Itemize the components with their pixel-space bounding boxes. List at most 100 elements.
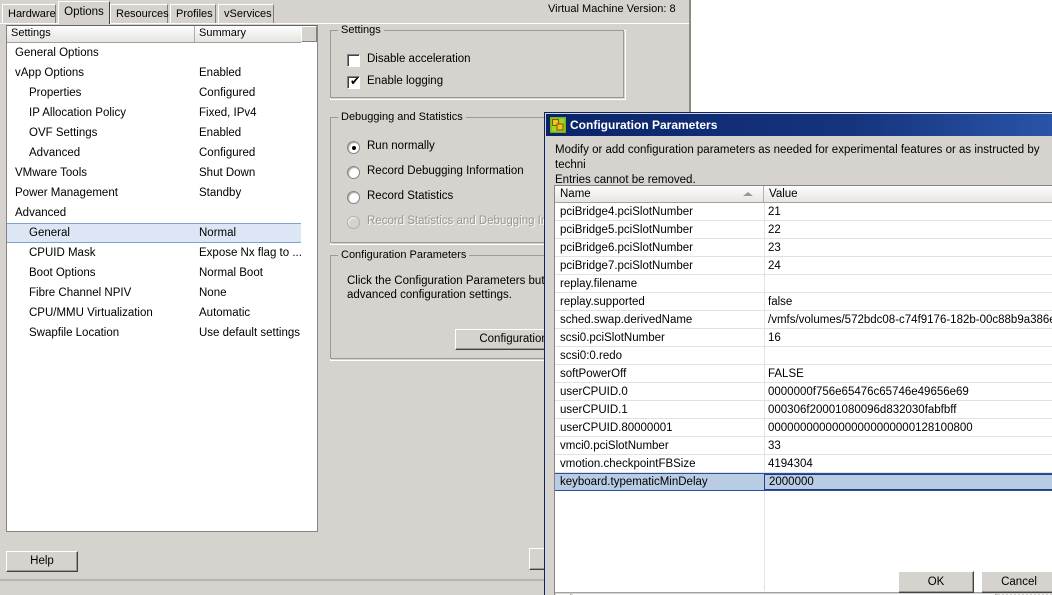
tab-vservices[interactable]: vServices	[218, 4, 274, 23]
tree-row-name: CPU/MMU Virtualization	[29, 307, 153, 319]
parameter-name: userCPUID.80000001	[560, 422, 673, 434]
parameter-row[interactable]: pciBridge5.pciSlotNumber 22	[555, 221, 1052, 239]
parameter-name: replay.filename	[560, 278, 638, 290]
parameter-row[interactable]: vmci0.pciSlotNumber 33	[555, 437, 1052, 455]
parameter-row[interactable]: scsi0:0.redo	[555, 347, 1052, 365]
tab-resources[interactable]: Resources	[110, 4, 169, 23]
tree-scrollbar-thumb[interactable]	[301, 26, 317, 42]
dialog-ok-button[interactable]: OK	[898, 571, 974, 593]
tree-row[interactable]: Advanced Configured	[7, 143, 317, 163]
tab-hardware[interactable]: Hardware	[2, 4, 56, 23]
parameter-name: scsi0:0.redo	[560, 350, 623, 362]
parameter-row[interactable]: pciBridge4.pciSlotNumber 21	[555, 203, 1052, 221]
enable-logging-checkbox[interactable]: ✔	[347, 74, 361, 89]
tree-row-summary: Fixed, IPv4	[199, 107, 257, 119]
parameter-value: 33	[768, 440, 781, 452]
tree-row-summary: Normal	[199, 227, 237, 239]
parameter-name: keyboard.typematicMinDelay	[560, 476, 708, 488]
dialog-title-text: Configuration Parameters	[570, 118, 718, 132]
disable-acceleration-checkbox[interactable]	[347, 54, 360, 67]
parameter-row[interactable]: softPowerOff FALSE	[555, 365, 1052, 383]
tree-column-settings[interactable]: Settings	[7, 26, 195, 42]
grid-column-value-label: Value	[769, 188, 798, 200]
parameter-row[interactable]: pciBridge7.pciSlotNumber 24	[555, 257, 1052, 275]
tree-row-name: General Options	[15, 47, 99, 59]
tab-options[interactable]: Options	[58, 1, 110, 24]
tree-row-name: Swapfile Location	[29, 327, 120, 339]
tree-row[interactable]: CPUID Mask Expose Nx flag to ...	[7, 243, 317, 263]
tree-row[interactable]: Advanced	[7, 203, 317, 223]
run-normally-label: Run normally	[367, 140, 435, 152]
record-statistics-radio[interactable]	[347, 191, 360, 204]
enable-logging-label: Enable logging	[367, 75, 444, 87]
tree-column-summary[interactable]: Summary	[195, 26, 304, 42]
grid-column-value[interactable]: Value	[764, 186, 1052, 202]
settings-tree-panel: Settings Summary General Options vApp Opt…	[6, 25, 318, 532]
parameter-name: vmci0.pciSlotNumber	[560, 440, 669, 452]
screen: Hardware Options Resources Profiles vSer…	[0, 0, 1052, 595]
parameter-value: 24	[768, 260, 781, 272]
tree-row[interactable]: General Options	[7, 43, 317, 63]
parameter-row[interactable]: userCPUID.80000001 0000000000000000000000…	[555, 419, 1052, 437]
parameter-row[interactable]: pciBridge6.pciSlotNumber 23	[555, 239, 1052, 257]
tab-vservices-label: vServices	[224, 8, 272, 20]
tree-vertical-scrollbar[interactable]	[301, 26, 317, 531]
settings-tree-body[interactable]: General Options vApp Options Enabled Proper…	[7, 43, 317, 531]
parameter-row[interactable]: vmotion.checkpointFBSize 4194304	[555, 455, 1052, 473]
radio-dot-icon	[351, 145, 356, 150]
tree-row-name: Boot Options	[29, 267, 96, 279]
dialog-title-bar[interactable]: Configuration Parameters	[546, 114, 1052, 136]
parameter-name: softPowerOff	[560, 368, 627, 380]
record-stats-and-debugging-radio	[347, 216, 360, 229]
dialog-cancel-button[interactable]: Cancel	[981, 571, 1052, 593]
tab-strip: Hardware Options Resources Profiles vSer…	[0, 0, 691, 24]
config-parameters-desc-line2: advanced configuration settings.	[347, 289, 512, 301]
dialog-description: Modify or add configuration parameters a…	[555, 143, 1051, 188]
tree-row-name: CPUID Mask	[29, 247, 96, 259]
tree-row-name: Advanced	[15, 207, 67, 219]
config-parameters-desc-line1: Click the Configuration Parameters butto	[347, 275, 555, 287]
dialog-ok-label: OK	[927, 576, 945, 588]
parameter-row[interactable]: replay.filename	[555, 275, 1052, 293]
parameter-name: replay.supported	[560, 296, 645, 308]
tab-profiles[interactable]: Profiles	[170, 4, 216, 23]
parameter-value: 23	[768, 242, 781, 254]
tree-row[interactable]: vApp Options Enabled	[7, 63, 317, 83]
parameter-row[interactable]: replay.supported false	[555, 293, 1052, 311]
grid-column-name[interactable]: Name	[555, 186, 764, 202]
tree-row[interactable]: Boot Options Normal Boot	[7, 263, 317, 283]
help-button[interactable]: Help	[6, 551, 78, 572]
parameter-row[interactable]: userCPUID.0 0000000f756e65476c65746e49656…	[555, 383, 1052, 401]
tree-row[interactable]: Power Management Standby	[7, 183, 317, 203]
tree-row[interactable]: Swapfile Location Use default settings	[7, 323, 317, 343]
tree-row[interactable]: VMware Tools Shut Down	[7, 163, 317, 183]
parameter-row[interactable]: sched.swap.derivedName/vmfs/volumes/572b…	[555, 311, 1052, 329]
run-normally-radio[interactable]	[347, 141, 360, 154]
parameter-row[interactable]: userCPUID.1 000306f20001080096d832030fabf…	[555, 401, 1052, 419]
check-mark-icon: ✔	[350, 74, 361, 88]
tree-row-summary: Configured	[199, 87, 256, 99]
tree-row-summary: None	[199, 287, 227, 299]
tab-hardware-label: Hardware	[8, 8, 56, 20]
tree-row-summary: Enabled	[199, 127, 242, 139]
tree-row-name: Fibre Channel NPIV	[29, 287, 132, 299]
tree-row[interactable]: IP Allocation Policy Fixed, IPv4	[7, 103, 317, 123]
tree-row-name: Properties	[29, 87, 82, 99]
parameter-name: pciBridge4.pciSlotNumber	[560, 206, 693, 218]
tree-row[interactable]: Properties Configured	[7, 83, 317, 103]
tree-row-summary: Use default settings	[199, 327, 301, 339]
tree-row-name: IP Allocation Policy	[29, 107, 126, 119]
tree-row[interactable]: OVF Settings Enabled	[7, 123, 317, 143]
parameter-row[interactable]: scsi0.pciSlotNumber 16	[555, 329, 1052, 347]
parameter-name: userCPUID.0	[560, 386, 628, 398]
tree-row[interactable]: General Normal	[7, 223, 317, 243]
parameters-grid-rows[interactable]: pciBridge4.pciSlotNumber 21 pciBridge5.pci…	[555, 203, 1052, 591]
tree-row[interactable]: CPU/MMU Virtualization Automatic	[7, 303, 317, 323]
record-debugging-label: Record Debugging Information	[367, 165, 524, 177]
tree-row[interactable]: Fibre Channel NPIV None	[7, 283, 317, 303]
settings-group-legend: Settings	[338, 24, 384, 36]
sort-ascending-icon	[743, 192, 753, 196]
record-debugging-radio[interactable]	[347, 166, 360, 179]
parameter-row-selected[interactable]: keyboard.typematicMinDelay 2000000	[555, 473, 1052, 491]
help-button-label: Help	[30, 555, 54, 567]
